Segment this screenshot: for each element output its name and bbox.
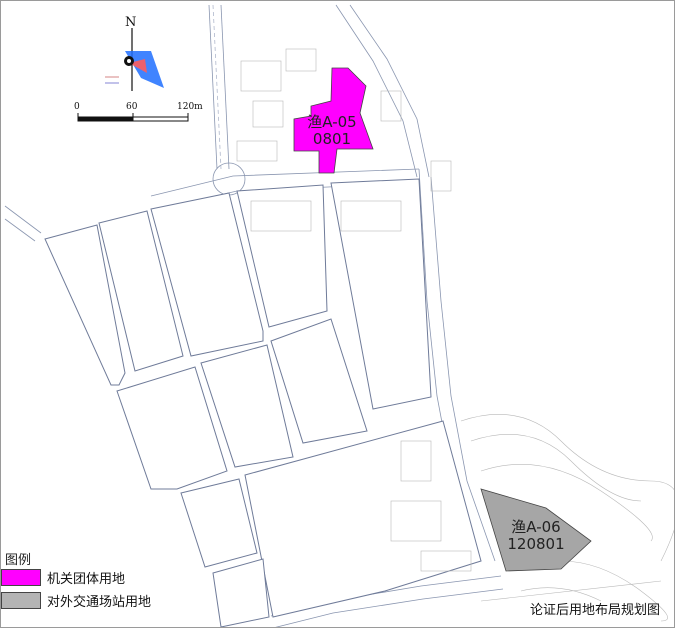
legend-label: 机关团体用地 [47, 571, 126, 587]
map-title: 论证后用地布局规划图 [529, 603, 660, 618]
map-frame: N 0 60 120m 渔A-05 0801 渔A-06 120801 图例 机… [0, 0, 675, 628]
scale-bar [77, 113, 189, 122]
legend-swatch [1, 591, 41, 609]
parcel-yu-a-06 [480, 488, 592, 572]
legend-swatch [1, 568, 41, 586]
scale-label-0: 0 [74, 102, 80, 112]
legend-item-transport: 对外交通场站用地 [1, 590, 151, 610]
legend-item-government: 机关团体用地 [1, 567, 125, 587]
parcel-yu-a-05 [293, 67, 374, 174]
north-arrow-icon [105, 28, 164, 91]
north-label: N [125, 15, 137, 30]
legend-label: 对外交通场站用地 [47, 594, 152, 610]
legend-title: 图例 [5, 553, 32, 568]
base-map [4, 4, 674, 627]
scale-label-120: 120m [177, 102, 203, 112]
scale-label-60: 60 [126, 102, 138, 112]
urban-blocks [44, 178, 482, 627]
